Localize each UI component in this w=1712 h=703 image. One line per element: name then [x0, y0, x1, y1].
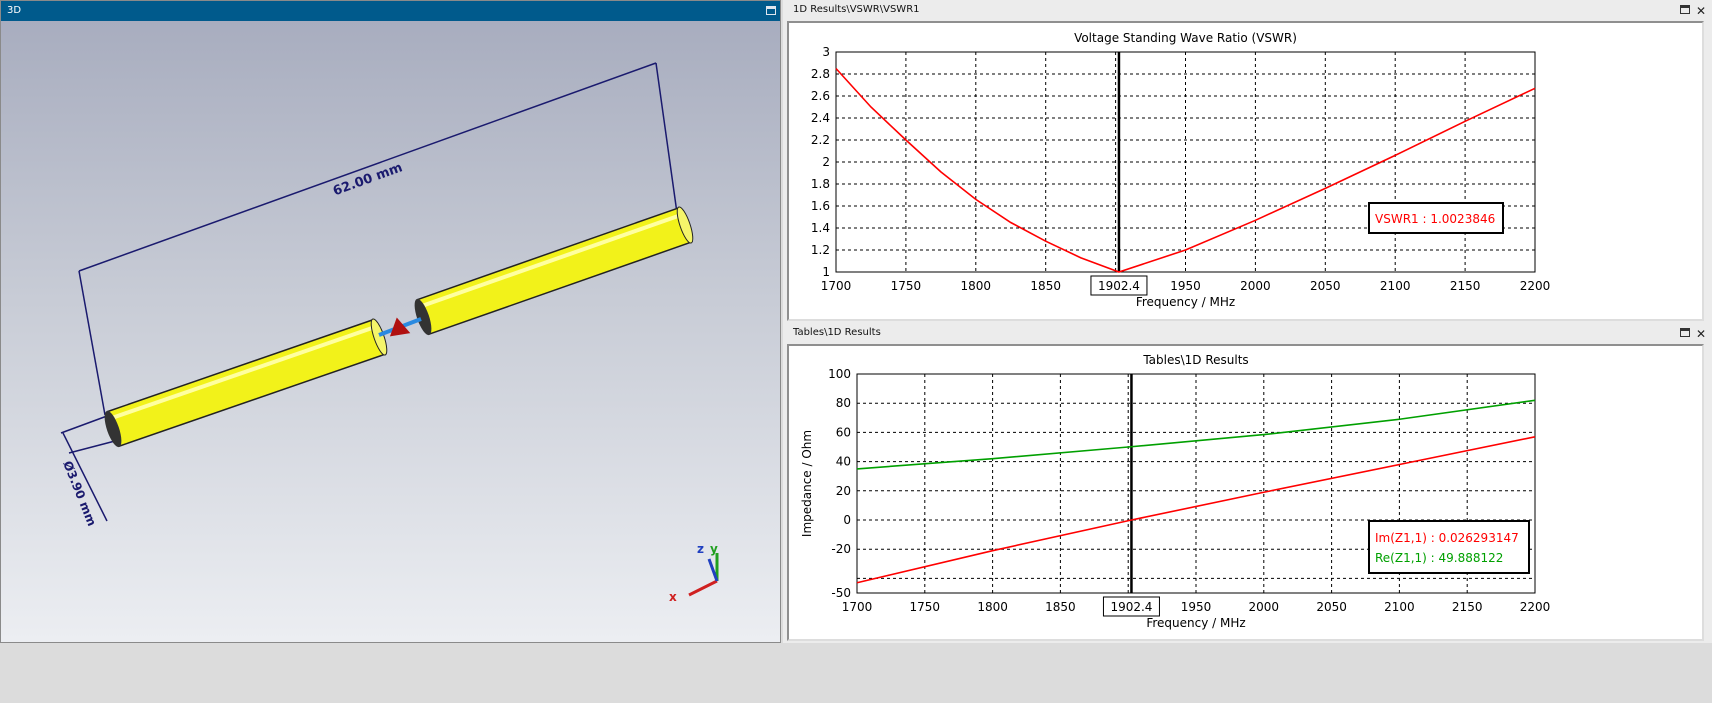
y-tick-label: 1.4: [811, 221, 830, 235]
x-tick-label: 1950: [1181, 600, 1212, 614]
dimension-length: [78, 62, 678, 416]
svg-text:y: y: [710, 542, 718, 556]
impedance-chart[interactable]: Tables\1D Results1700 1750 1800 1850 1950 200…: [789, 346, 1706, 643]
y-tick-label: 80: [836, 396, 851, 410]
x-tick-label: 1750: [910, 600, 941, 614]
y-tick-label: -50: [831, 586, 851, 600]
3d-view-title: 3D: [7, 5, 22, 16]
y-tick-label: 100: [828, 367, 851, 381]
vswr-chart[interactable]: Voltage Standing Wave Ratio (VSWR) 1700 17…: [789, 23, 1706, 323]
dimension-length-label: 62.00 mm: [331, 160, 404, 199]
y-tick-label: 2.4: [811, 111, 830, 125]
legend-entry: VSWR1 : 1.0023846: [1375, 212, 1495, 226]
impedance-panel-title: Tables\1D Results: [793, 327, 881, 338]
x-tick-label: 1950: [1170, 279, 1201, 293]
x-tick-label: 1800: [977, 600, 1008, 614]
y-tick-label: 3: [822, 45, 830, 59]
legend-entry: Im(Z1,1) : 0.026293147: [1375, 531, 1519, 545]
y-tick-label: 1.2: [811, 243, 830, 257]
maximize-icon[interactable]: [1680, 5, 1690, 14]
y-tick-label: 1.6: [811, 199, 830, 213]
x-tick-label: 1850: [1045, 600, 1076, 614]
legend-box: [1368, 520, 1530, 574]
y-tick-label: 2.2: [811, 133, 830, 147]
y-tick-label: 0: [843, 513, 851, 527]
3d-view-panel: 3D 62.00 mm Ø3.90 mm x y z: [0, 0, 781, 643]
x-tick-label: 2150: [1452, 600, 1483, 614]
chart-title: Tables\1D Results: [1142, 353, 1248, 367]
x-tick-label: 1700: [842, 600, 873, 614]
vswr-panel-title: 1D Results\VSWR\VSWR1: [793, 4, 920, 15]
y-tick-label: 1.8: [811, 177, 830, 191]
close-icon[interactable]: ✕: [1696, 325, 1706, 344]
x-tick-label: 1850: [1030, 279, 1061, 293]
axis-triad-icon: x y z: [669, 542, 719, 604]
x-tick-label: 1750: [891, 279, 922, 293]
y-tick-label: 40: [836, 455, 851, 469]
vswr-panel: 1D Results\VSWR\VSWR1 ✕ Voltage Standing …: [783, 0, 1712, 323]
vswr-panel-titlebar: 1D Results\VSWR\VSWR1 ✕: [783, 0, 1712, 19]
y-tick-label: -20: [831, 542, 851, 556]
x-tick-label: 2050: [1310, 279, 1341, 293]
x-tick-label: 2000: [1240, 279, 1271, 293]
y-tick-label: 60: [836, 425, 851, 439]
y-tick-label: 2.8: [811, 67, 830, 81]
impedance-panel-titlebar: Tables\1D Results ✕: [783, 323, 1712, 342]
x-tick-label: 2100: [1384, 600, 1415, 614]
y-tick-label: 2: [822, 155, 830, 169]
svg-text:x: x: [669, 590, 677, 604]
x-tick-label: 2100: [1380, 279, 1411, 293]
x-tick-label: 1800: [961, 279, 992, 293]
y-tick-label: 20: [836, 484, 851, 498]
series-line-vswr1: [835, 67, 1536, 273]
x-tick-label: 2200: [1520, 279, 1551, 293]
impedance-panel: Tables\1D Results ✕ Tables\1D Results 1700…: [783, 323, 1712, 643]
marker-label: 1902.4: [1098, 279, 1140, 293]
x-tick-label: 2150: [1450, 279, 1481, 293]
marker-label: 1902.4: [1110, 600, 1152, 614]
legend-entry: Re(Z1,1) : 49.888122: [1375, 551, 1503, 565]
close-icon[interactable]: ✕: [1696, 2, 1706, 21]
3d-viewport[interactable]: 62.00 mm Ø3.90 mm x y z: [1, 21, 780, 642]
3d-scene: 62.00 mm Ø3.90 mm x y z: [60, 62, 719, 604]
maximize-icon[interactable]: [1680, 328, 1690, 337]
dipole-arm-lower: [104, 318, 388, 448]
y-tick-label: 2.6: [811, 89, 830, 103]
chart-title: Voltage Standing Wave Ratio (VSWR): [1074, 31, 1297, 45]
y-axis-label: Impedance / Ohm: [800, 430, 814, 537]
x-tick-label: 1700: [821, 279, 852, 293]
3d-view-titlebar: 3D: [1, 1, 780, 21]
x-tick-label: 2050: [1316, 600, 1347, 614]
x-tick-label: 2200: [1520, 600, 1551, 614]
dipole-arm-upper: [414, 206, 694, 336]
svg-text:z: z: [697, 542, 704, 556]
x-axis-label: Frequency / MHz: [1136, 295, 1235, 309]
y-tick-label: 1: [822, 265, 830, 279]
x-axis-label: Frequency / MHz: [1146, 616, 1245, 630]
maximize-icon[interactable]: [766, 6, 776, 15]
x-tick-label: 2000: [1249, 600, 1280, 614]
